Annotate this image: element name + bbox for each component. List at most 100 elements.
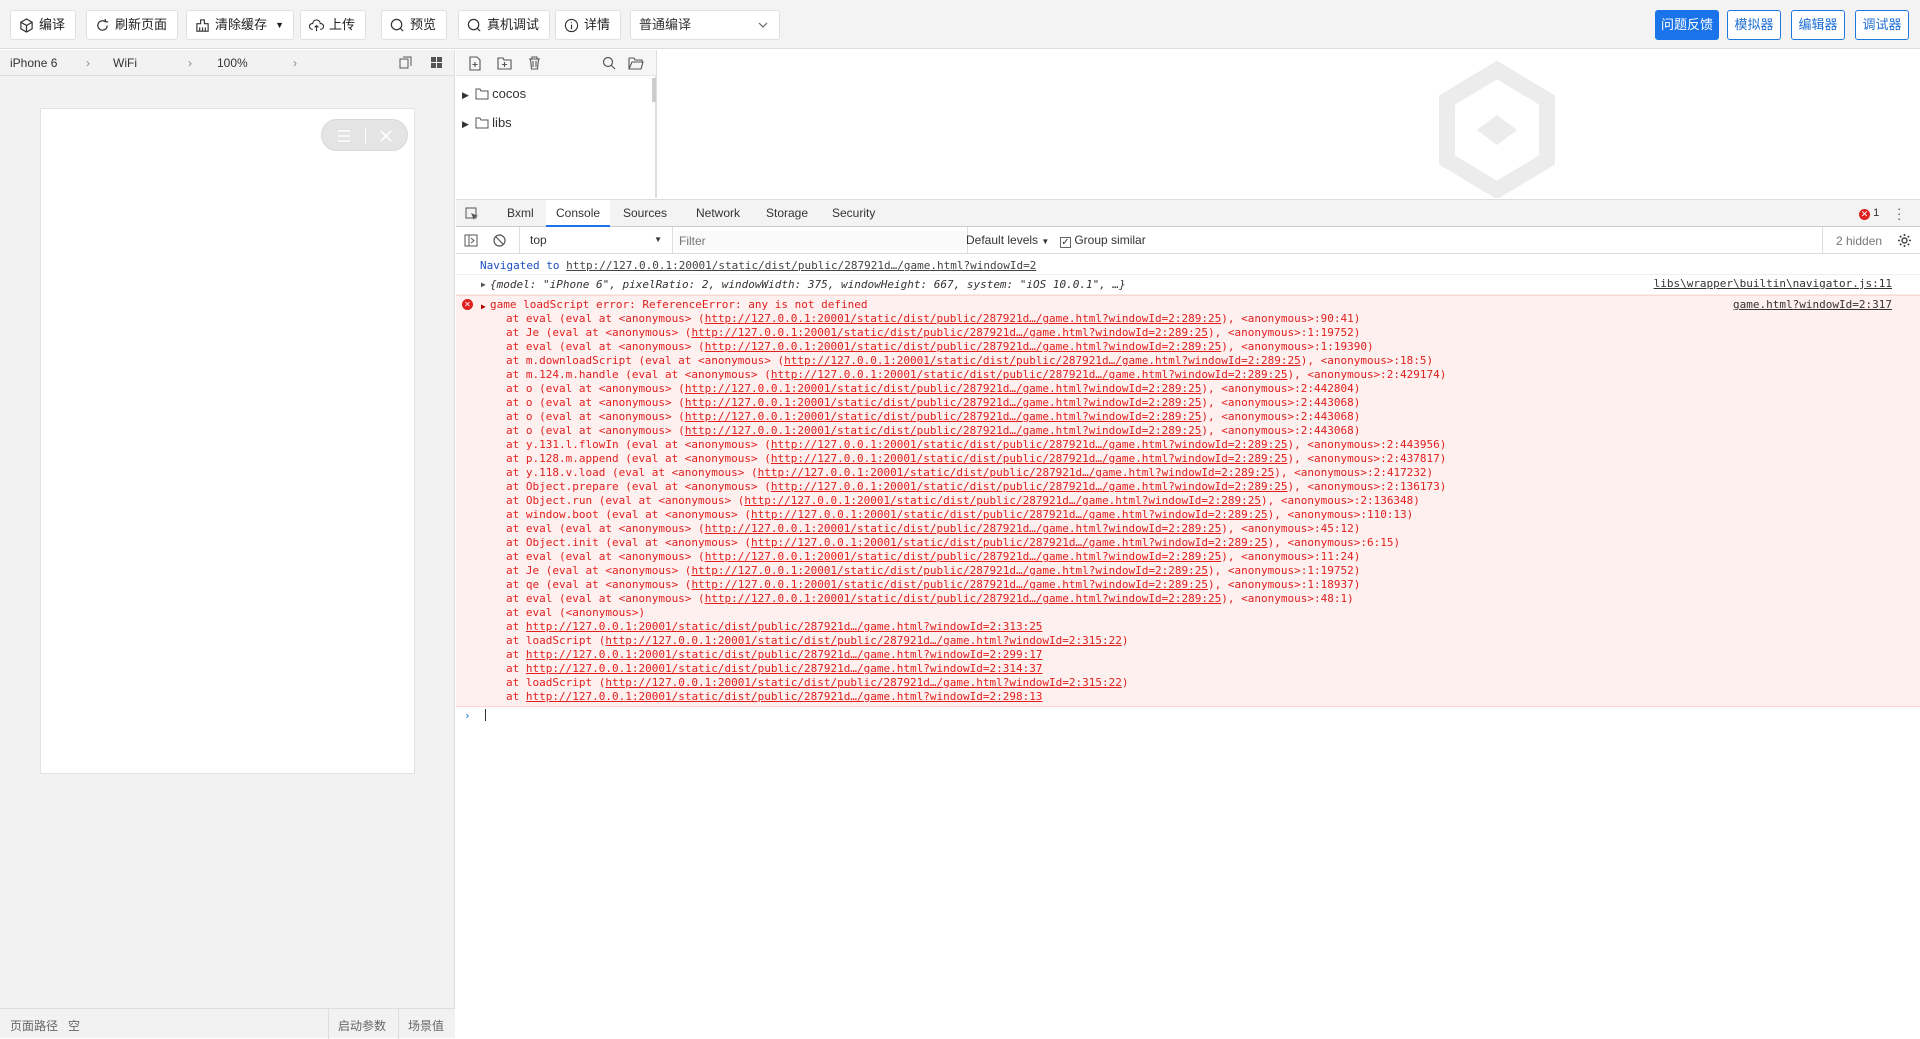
stack-frame-link[interactable]: http://127.0.0.1:20001/static/dist/publi… — [605, 676, 1122, 689]
stack-frame-link[interactable]: http://127.0.0.1:20001/static/dist/publi… — [526, 620, 1043, 633]
stack-frame-link[interactable]: http://127.0.0.1:20001/static/dist/publi… — [685, 396, 1202, 409]
details-button[interactable]: 详情 — [555, 10, 622, 40]
editor-pane[interactable] — [656, 50, 1920, 198]
stack-frame-link[interactable]: http://127.0.0.1:20001/static/dist/publi… — [526, 662, 1043, 675]
stack-frame-link[interactable]: http://127.0.0.1:20001/static/dist/publi… — [771, 368, 1288, 381]
stack-frame-link[interactable]: http://127.0.0.1:20001/static/dist/publi… — [705, 312, 1222, 325]
preview-button[interactable]: 预览 — [381, 10, 448, 40]
stack-frame-link[interactable]: http://127.0.0.1:20001/static/dist/publi… — [744, 494, 1261, 507]
stack-frame-link[interactable]: http://127.0.0.1:20001/static/dist/publi… — [758, 466, 1275, 479]
nav-url-link[interactable]: http://127.0.0.1:20001/static/dist/publi… — [566, 259, 1036, 272]
more-menu-icon[interactable]: · · · — [1897, 202, 1901, 225]
upload-button[interactable]: 上传 — [300, 10, 367, 40]
stack-frame-location: ), <anonymous>:1:19752) — [1208, 564, 1361, 577]
stack-frame-link[interactable]: http://127.0.0.1:20001/static/dist/publi… — [691, 326, 1208, 339]
page-path-label: 页面路径 — [10, 1019, 59, 1033]
new-file-icon[interactable] — [468, 56, 482, 71]
stack-frame-link[interactable]: http://127.0.0.1:20001/static/dist/publi… — [685, 382, 1202, 395]
compile-button[interactable]: 编译 — [10, 10, 77, 40]
stack-frame-text: at eval (<anonymous>) — [506, 606, 646, 619]
remote-debug-button[interactable]: 真机调试 — [458, 10, 551, 40]
network-select[interactable]: WiFi — [113, 56, 137, 70]
console-prompt[interactable]: › — [456, 707, 1920, 727]
stack-line: at eval (eval at <anonymous> (http://127… — [480, 592, 1920, 606]
sidebar-toggle-icon[interactable] — [464, 234, 478, 247]
tab-sources[interactable]: Sources — [613, 200, 677, 227]
page-path-value[interactable]: 空 — [68, 1017, 80, 1034]
stack-line: at loadScript (http://127.0.0.1:20001/st… — [480, 676, 1920, 690]
filter-input[interactable] — [675, 231, 965, 250]
device-select[interactable]: iPhone 6 — [10, 56, 57, 70]
stack-line: at o (eval at <anonymous> (http://127.0.… — [480, 382, 1920, 396]
phone-screen[interactable] — [40, 108, 415, 774]
stack-frame-link[interactable]: http://127.0.0.1:20001/static/dist/publi… — [526, 690, 1043, 703]
folder-icon — [475, 88, 489, 100]
tab-bxml[interactable]: Bxml — [497, 200, 544, 227]
new-folder-icon[interactable] — [497, 56, 512, 70]
context-value: top — [530, 233, 547, 247]
stack-frame-link[interactable]: http://127.0.0.1:20001/static/dist/publi… — [751, 536, 1268, 549]
stack-frame-link[interactable]: http://127.0.0.1:20001/static/dist/publi… — [605, 634, 1122, 647]
stack-frame-link[interactable]: http://127.0.0.1:20001/static/dist/publi… — [784, 354, 1301, 367]
stack-trace: at eval (eval at <anonymous> (http://127… — [480, 312, 1920, 704]
clear-console-icon[interactable] — [493, 234, 506, 247]
gear-icon[interactable] — [1897, 233, 1912, 248]
object-preview[interactable]: {model: "iPhone 6", pixelRatio: 2, windo… — [480, 278, 1126, 291]
stack-frame-location: ), <anonymous>:1:19390) — [1221, 340, 1374, 353]
tab-storage[interactable]: Storage — [756, 200, 818, 227]
editor-toggle-button[interactable]: 编辑器 — [1791, 10, 1845, 40]
stack-frame-link[interactable]: http://127.0.0.1:20001/static/dist/publi… — [771, 452, 1288, 465]
zoom-select[interactable]: 100% — [217, 56, 248, 70]
refresh-button[interactable]: 刷新页面 — [86, 10, 179, 40]
stack-line: at m.downloadScript (eval at <anonymous>… — [480, 354, 1920, 368]
folder-open-icon[interactable] — [628, 56, 644, 70]
stack-frame-link[interactable]: http://127.0.0.1:20001/static/dist/publi… — [705, 592, 1222, 605]
menu-icon[interactable] — [336, 129, 352, 143]
file-tree: ▶ cocos ▶ libs — [456, 76, 656, 198]
clear-cache-button[interactable]: 清除缓存 ▼ — [186, 10, 295, 40]
stack-frame-link[interactable]: http://127.0.0.1:20001/static/dist/publi… — [685, 410, 1202, 423]
folder-item-cocos[interactable]: ▶ cocos — [462, 82, 526, 106]
search-icon[interactable] — [602, 56, 616, 70]
inspect-element-icon[interactable] — [465, 207, 479, 221]
source-link[interactable]: libs\wrapper\builtin\navigator.js:11 — [1654, 277, 1892, 291]
grid-icon[interactable] — [430, 56, 443, 69]
group-similar-label: Group similar — [1074, 233, 1146, 247]
simulator-toggle-button[interactable]: 模拟器 — [1727, 10, 1781, 40]
stack-frame-link[interactable]: http://127.0.0.1:20001/static/dist/publi… — [685, 424, 1202, 437]
folder-label: libs — [492, 115, 512, 130]
feedback-button[interactable]: 问题反馈 — [1655, 10, 1719, 40]
scene-value-button[interactable]: 场景值 — [408, 1017, 444, 1034]
tab-security[interactable]: Security — [822, 200, 885, 227]
stack-frame-link[interactable]: http://127.0.0.1:20001/static/dist/publi… — [771, 480, 1288, 493]
stack-frame-link[interactable]: http://127.0.0.1:20001/static/dist/publi… — [691, 578, 1208, 591]
debugger-toggle-button[interactable]: 调试器 — [1855, 10, 1909, 40]
console-object-message: ▶ {model: "iPhone 6", pixelRatio: 2, win… — [456, 275, 1920, 295]
stack-frame-link[interactable]: http://127.0.0.1:20001/static/dist/publi… — [751, 508, 1268, 521]
trash-icon[interactable] — [528, 56, 541, 70]
stack-frame-link[interactable]: http://127.0.0.1:20001/static/dist/publi… — [526, 648, 1043, 661]
error-count-badge[interactable]: ✕ 1 — [1859, 207, 1879, 220]
stack-frame-link[interactable]: http://127.0.0.1:20001/static/dist/publi… — [705, 340, 1222, 353]
stack-frame-link[interactable]: http://127.0.0.1:20001/static/dist/publi… — [705, 522, 1222, 535]
context-select[interactable]: top ▼ — [526, 230, 666, 250]
caret-right-icon[interactable]: ▶ — [481, 278, 486, 292]
rotate-icon[interactable] — [399, 56, 412, 69]
compile-mode-select[interactable]: 普通编译 — [630, 10, 780, 40]
stack-frame-text: at p.128.m.append (eval at <anonymous> ( — [506, 452, 771, 465]
stack-frame-link[interactable]: http://127.0.0.1:20001/static/dist/publi… — [691, 564, 1208, 577]
levels-select[interactable]: Default levels ▼ — [966, 233, 1049, 247]
devtools-area: ▶ cocos ▶ libs Bxml Console Sources Netw… — [456, 50, 1920, 1038]
close-icon[interactable] — [378, 128, 394, 144]
tab-network[interactable]: Network — [686, 200, 750, 227]
stack-frame-link[interactable]: http://127.0.0.1:20001/static/dist/publi… — [705, 550, 1222, 563]
launch-params-button[interactable]: 启动参数 — [338, 1017, 386, 1034]
console-output[interactable]: Navigated to http://127.0.0.1:20001/stat… — [456, 255, 1920, 1038]
tab-console[interactable]: Console — [546, 200, 611, 227]
source-link[interactable]: game.html?windowId=2:317 — [1733, 298, 1892, 312]
folder-item-libs[interactable]: ▶ libs — [462, 111, 512, 135]
caret-down-icon[interactable]: ▶ — [481, 300, 486, 314]
stack-frame-link[interactable]: http://127.0.0.1:20001/static/dist/publi… — [771, 438, 1288, 451]
group-similar-checkbox[interactable]: ✓ Group similar — [1060, 233, 1146, 248]
stack-frame-location: ), <anonymous>:2:437817) — [1287, 452, 1447, 465]
